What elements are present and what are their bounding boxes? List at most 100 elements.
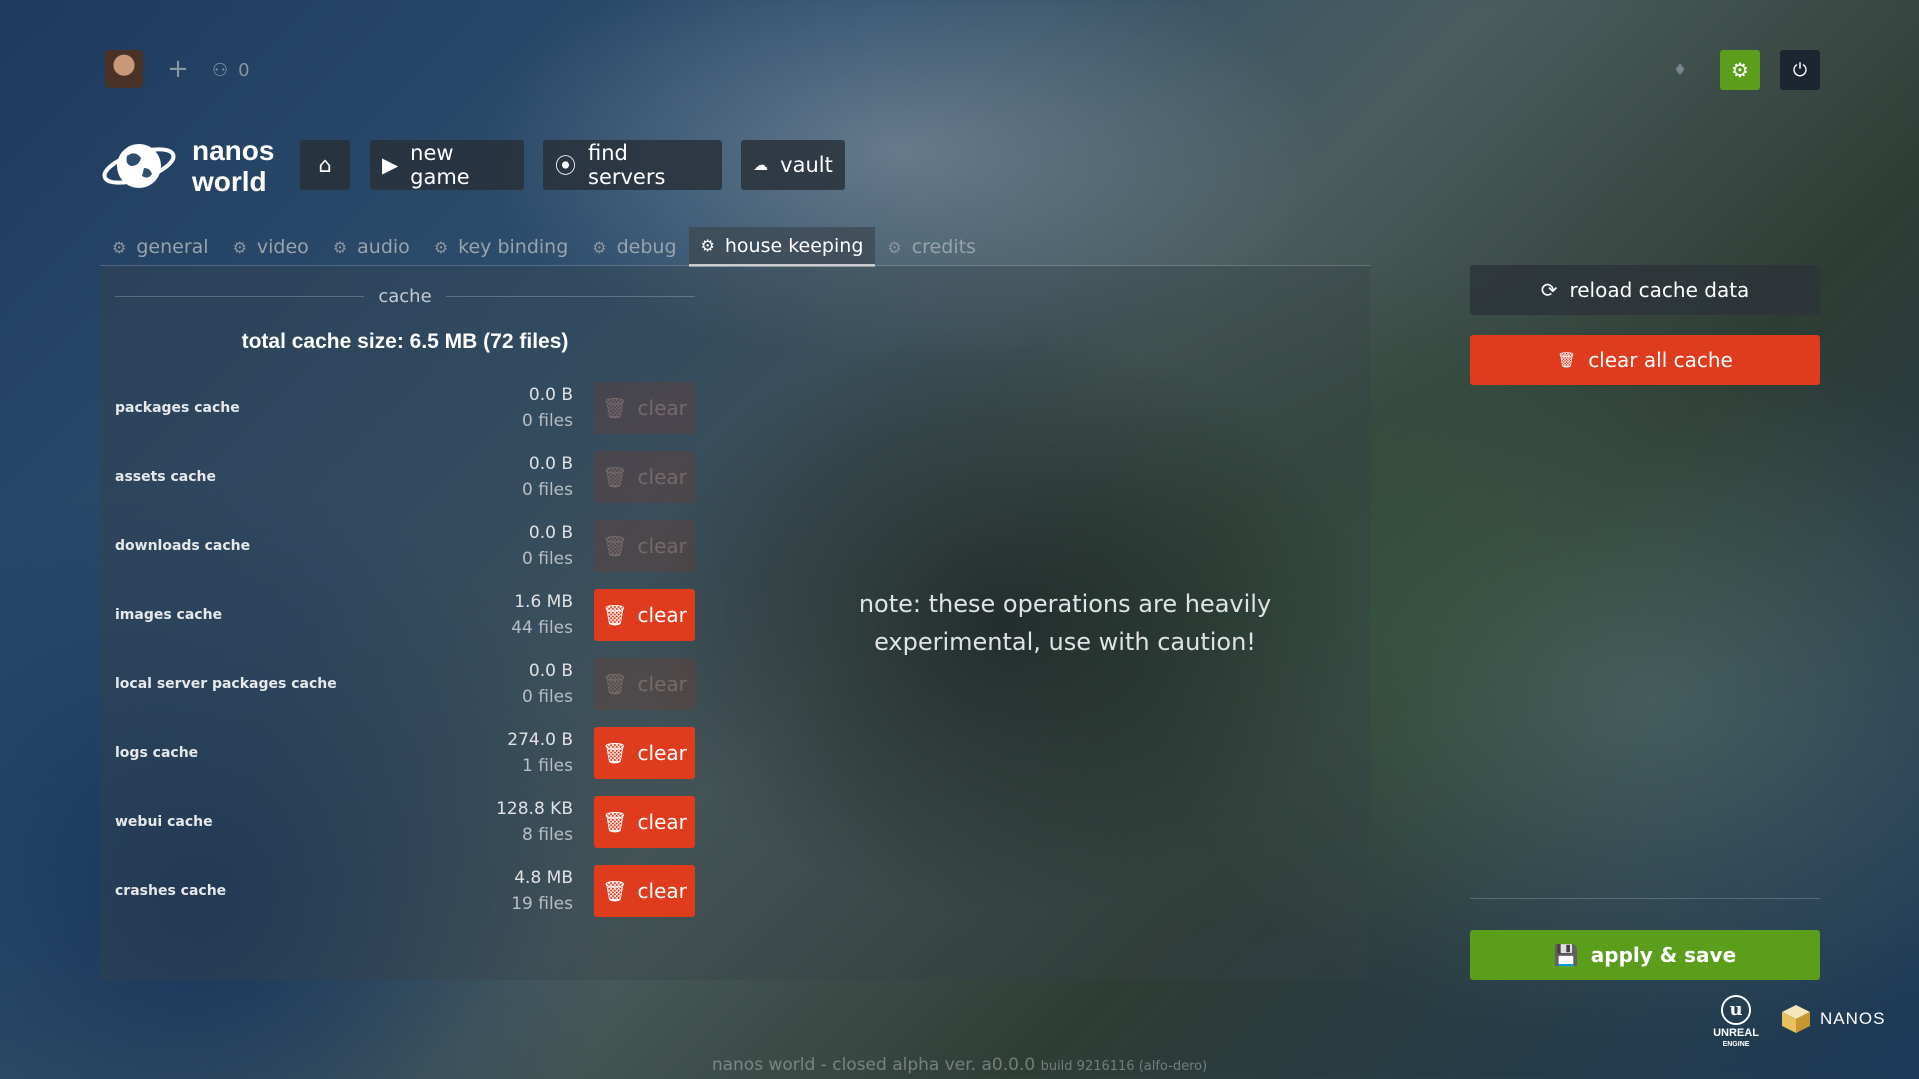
new-game-button[interactable]: ▶ new game — [370, 140, 524, 190]
tab-debug[interactable]: ⚙ debug — [580, 227, 688, 267]
clear-images-cache-button[interactable]: 🗑 clear — [594, 589, 695, 641]
trash-icon: 🗑 — [602, 603, 628, 627]
unreal-icon: u — [1721, 995, 1751, 1025]
users-icon: ⚇ — [212, 59, 229, 81]
vault-button[interactable]: ☁ vault — [741, 140, 845, 190]
home-button[interactable]: ⌂ — [300, 140, 350, 190]
trash-icon: 🗑 — [602, 810, 628, 834]
cache-section-title: cache — [378, 285, 432, 307]
settings-button[interactable]: ⚙ — [1720, 50, 1760, 90]
divider — [115, 295, 365, 297]
gear-icon: ⚙ — [887, 237, 902, 257]
tab-label: key binding — [458, 236, 569, 258]
cache-row: logs cache 274.0 B 1 files 🗑 clear — [115, 727, 695, 779]
unreal-engine-logo: u UNREAL ENGINE — [1705, 995, 1767, 1048]
trash-icon: 🗑 — [602, 741, 628, 765]
cache-row-files: 0 files — [522, 549, 573, 569]
app-logo: nanos world — [100, 135, 274, 197]
nanos-logo: NANOS — [1780, 1003, 1885, 1035]
divider — [445, 295, 695, 297]
power-icon: ⏻ — [1792, 59, 1808, 81]
logo-line-1: nanos — [192, 135, 275, 166]
cache-row: images cache 1.6 MB 44 files 🗑 clear — [115, 589, 695, 641]
gear-icon: ⚙ — [592, 237, 607, 257]
gear-icon: ⚙ — [700, 236, 715, 255]
trash-icon: 🗑 — [602, 396, 628, 420]
clear-label: clear — [637, 810, 687, 834]
cache-row-files: 0 files — [522, 480, 573, 500]
add-friend-button[interactable]: + — [163, 54, 193, 84]
clear-assets-cache-button[interactable]: 🗑 clear — [594, 451, 695, 503]
tab-general[interactable]: ⚙ general — [100, 227, 221, 267]
tab-video[interactable]: ⚙ video — [221, 227, 321, 267]
gear-icon: ⚙ — [1731, 58, 1749, 82]
tab-credits[interactable]: ⚙ credits — [875, 227, 988, 267]
find-servers-label: find servers — [588, 141, 666, 189]
cache-row-files: 19 files — [511, 894, 573, 914]
gear-icon: ⚙ — [112, 237, 127, 257]
cloud-icon: ☁ — [753, 156, 769, 174]
tab-key-binding[interactable]: ⚙ key binding — [422, 227, 580, 267]
cache-row: local server packages cache 0.0 B 0 file… — [115, 658, 695, 710]
quit-button[interactable]: ⏻ — [1780, 50, 1820, 90]
reload-label: reload cache data — [1569, 278, 1750, 302]
cache-row-label: webui cache — [115, 814, 213, 830]
friends-counter[interactable]: ⚇ 0 — [212, 55, 250, 85]
trash-icon: 🗑 — [602, 465, 628, 489]
cache-row-size: 0.0 B — [528, 454, 573, 474]
tab-audio[interactable]: ⚙ audio — [321, 227, 422, 267]
cache-row-label: packages cache — [115, 400, 240, 416]
clear-logs-cache-button[interactable]: 🗑 clear — [594, 727, 695, 779]
cache-row-label: images cache — [115, 607, 223, 623]
compass-icon: ⦿ — [555, 154, 576, 178]
cache-row-files: 0 files — [522, 411, 573, 431]
cache-row-size: 0.0 B — [528, 661, 573, 681]
clear-label: clear — [637, 396, 687, 420]
clear-label: clear — [637, 672, 687, 696]
clear-local-server-packages-cache-button[interactable]: 🗑 clear — [594, 658, 695, 710]
reload-cache-data-button[interactable]: ⟳ reload cache data — [1470, 265, 1820, 315]
tab-house-keeping[interactable]: ⚙ house keeping — [688, 227, 876, 267]
gear-icon: ⚙ — [232, 237, 247, 257]
cache-section-header: cache — [115, 284, 695, 308]
cache-row-files: 0 files — [522, 687, 573, 707]
cache-row: webui cache 128.8 KB 8 files 🗑 clear — [115, 796, 695, 848]
clear-all-cache-button[interactable]: 🗑 clear all cache — [1470, 335, 1820, 385]
cache-row-size: 1.6 MB — [514, 592, 573, 612]
cache-row: packages cache 0.0 B 0 files 🗑 clear — [115, 382, 695, 434]
tab-label: general — [136, 236, 209, 258]
notifications-button[interactable]: ♦ — [1668, 58, 1692, 82]
cube-icon — [1782, 1005, 1810, 1033]
clear-label: clear — [637, 465, 687, 489]
apply-save-label: apply & save — [1590, 943, 1737, 967]
save-icon: 💾 — [1553, 943, 1579, 967]
gear-icon: ⚙ — [433, 237, 449, 257]
find-servers-button[interactable]: ⦿ find servers — [543, 140, 722, 190]
trash-icon: 🗑 — [1557, 351, 1577, 369]
clear-label: clear — [637, 534, 687, 558]
plus-icon: + — [167, 54, 189, 84]
cache-row-label: downloads cache — [115, 538, 251, 554]
cache-row: downloads cache 0.0 B 0 files 🗑 clear — [115, 520, 695, 572]
divider — [1470, 898, 1820, 899]
new-game-label: new game — [410, 141, 470, 189]
footer-main: nanos world - closed alpha ver. a0.0.0 — [711, 1055, 1036, 1075]
cache-row-size: 0.0 B — [528, 385, 573, 405]
warning-note: note: these operations are heavily exper… — [858, 590, 1272, 656]
total-cache-size: total cache size: 6.5 MB (72 files) — [241, 330, 569, 353]
home-icon: ⌂ — [318, 153, 332, 177]
cache-row-label: crashes cache — [115, 883, 227, 899]
trash-icon: 🗑 — [602, 672, 628, 696]
cache-row-label: logs cache — [115, 745, 199, 761]
clear-packages-cache-button[interactable]: 🗑 clear — [594, 382, 695, 434]
clear-downloads-cache-button[interactable]: 🗑 clear — [594, 520, 695, 572]
cache-row-label: assets cache — [115, 469, 217, 485]
nanos-label: NANOS — [1820, 1009, 1886, 1028]
version-footer: nanos world - closed alpha ver. a0.0.0 b… — [0, 1052, 1919, 1079]
clear-crashes-cache-button[interactable]: 🗑 clear — [594, 865, 695, 917]
clear-webui-cache-button[interactable]: 🗑 clear — [594, 796, 695, 848]
clear-label: clear — [637, 879, 687, 903]
cache-row-size: 128.8 KB — [496, 799, 573, 819]
apply-save-button[interactable]: 💾 apply & save — [1470, 930, 1820, 980]
user-avatar[interactable] — [105, 50, 143, 88]
